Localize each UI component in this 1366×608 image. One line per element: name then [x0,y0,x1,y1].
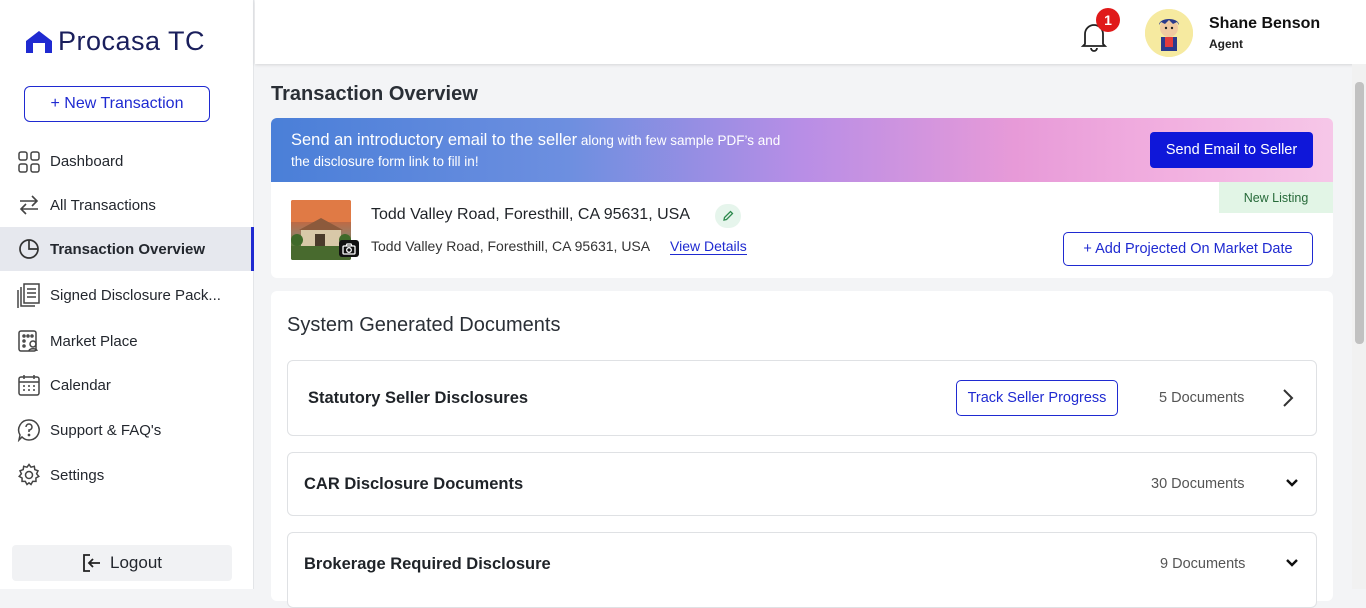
document-group-row[interactable]: Brokerage Required Disclosure 9 Document… [287,532,1317,608]
logout-button[interactable]: Logout [12,545,232,581]
document-count: 9 Documents [1160,556,1246,572]
gear-icon [16,462,42,488]
brand-name: Procasa TC [58,26,206,56]
banner-text-rest: along with few sample PDF’s and [577,133,781,148]
sidebar-item-transaction-overview[interactable]: Transaction Overview [0,227,254,271]
chevron-down-icon[interactable] [1285,558,1299,568]
send-email-to-seller-button[interactable]: Send Email to Seller [1150,132,1313,168]
camera-icon[interactable] [339,240,359,257]
sidebar-item-label: Dashboard [50,153,124,170]
sidebar-item-label: Settings [50,466,105,484]
help-bubble-icon [16,417,42,443]
sidebar-item-settings[interactable]: Settings [0,453,254,497]
scrollbar[interactable] [1352,64,1366,589]
system-documents-card: System Generated Documents Statutory Sel… [271,291,1333,608]
user-name: Shane Benson [1209,15,1321,32]
brand-logo[interactable]: Procasa TC [24,26,205,57]
property-address-subtitle: Todd Valley Road, Foresthill, CA 95631, … [371,238,651,254]
top-bar [255,0,1366,64]
logout-label: Logout [110,553,162,572]
sidebar-item-label: Signed Disclosure Pack... [50,286,221,304]
banner-text: Send an introductory email to the seller… [291,130,851,172]
section-title: System Generated Documents [287,314,561,336]
document-group-name: Statutory Seller Disclosures [308,389,529,407]
sidebar-nav: Dashboard All Transactions Transaction O… [0,140,254,497]
sidebar-item-all-transactions[interactable]: All Transactions [0,183,254,227]
document-count: 5 Documents [1159,390,1245,406]
chevron-down-icon[interactable] [1285,478,1299,488]
property-address-title: Todd Valley Road, Foresthill, CA 95631, … [371,206,690,223]
marketplace-icon [16,328,42,354]
documents-stack-icon [16,282,42,308]
sidebar-item-label: Transaction Overview [50,240,206,258]
avatar[interactable] [1145,9,1193,57]
document-group-name: Brokerage Required Disclosure [304,555,551,573]
chevron-right-icon[interactable] [1282,388,1294,408]
sidebar-item-label: Support & FAQ's [50,421,162,439]
sidebar-item-calendar[interactable]: Calendar [0,363,254,407]
edit-pencil-icon[interactable] [715,204,741,228]
sidebar-item-label: All Transactions [50,196,156,214]
notification-badge: 1 [1096,8,1120,32]
sidebar-item-dashboard[interactable]: Dashboard [0,140,254,183]
view-details-link[interactable]: View Details [670,238,747,255]
logout-icon [82,553,102,573]
track-seller-progress-button[interactable]: Track Seller Progress [956,380,1118,416]
transfer-arrows-icon [16,192,42,218]
sidebar-item-label: Market Place [50,332,138,350]
document-group-name: CAR Disclosure Documents [304,475,524,493]
add-projected-market-date-button[interactable]: + Add Projected On Market Date [1063,232,1313,266]
sidebar-item-signed-disclosure-packages[interactable]: Signed Disclosure Pack... [0,271,254,319]
seller-email-banner: Send an introductory email to the seller… [271,118,1333,182]
banner-text-line2: the disclosure form link to fill in! [291,154,479,169]
status-badge: New Listing [1219,182,1333,213]
banner-text-lead: Send an introductory email to the seller [291,131,578,149]
document-group-row[interactable]: Statutory Seller Disclosures Track Selle… [287,360,1317,436]
new-transaction-button[interactable]: + New Transaction [24,86,210,122]
user-role: Agent [1209,37,1243,51]
grid-icon [16,149,42,175]
page-title: Transaction Overview [271,83,478,105]
house-logo-icon [26,30,52,53]
sidebar-item-label: Calendar [50,376,111,394]
scrollbar-thumb[interactable] [1355,82,1364,344]
pie-chart-icon [16,236,42,262]
sidebar-item-support-faq[interactable]: Support & FAQ's [0,407,254,453]
calendar-icon [16,372,42,398]
sidebar: Procasa TC + New Transaction Dashboard A… [0,0,254,589]
property-card: Todd Valley Road, Foresthill, CA 95631, … [271,182,1333,278]
sidebar-item-market-place[interactable]: Market Place [0,319,254,363]
document-group-row[interactable]: CAR Disclosure Documents 30 Documents [287,452,1317,516]
document-count: 30 Documents [1151,476,1245,492]
